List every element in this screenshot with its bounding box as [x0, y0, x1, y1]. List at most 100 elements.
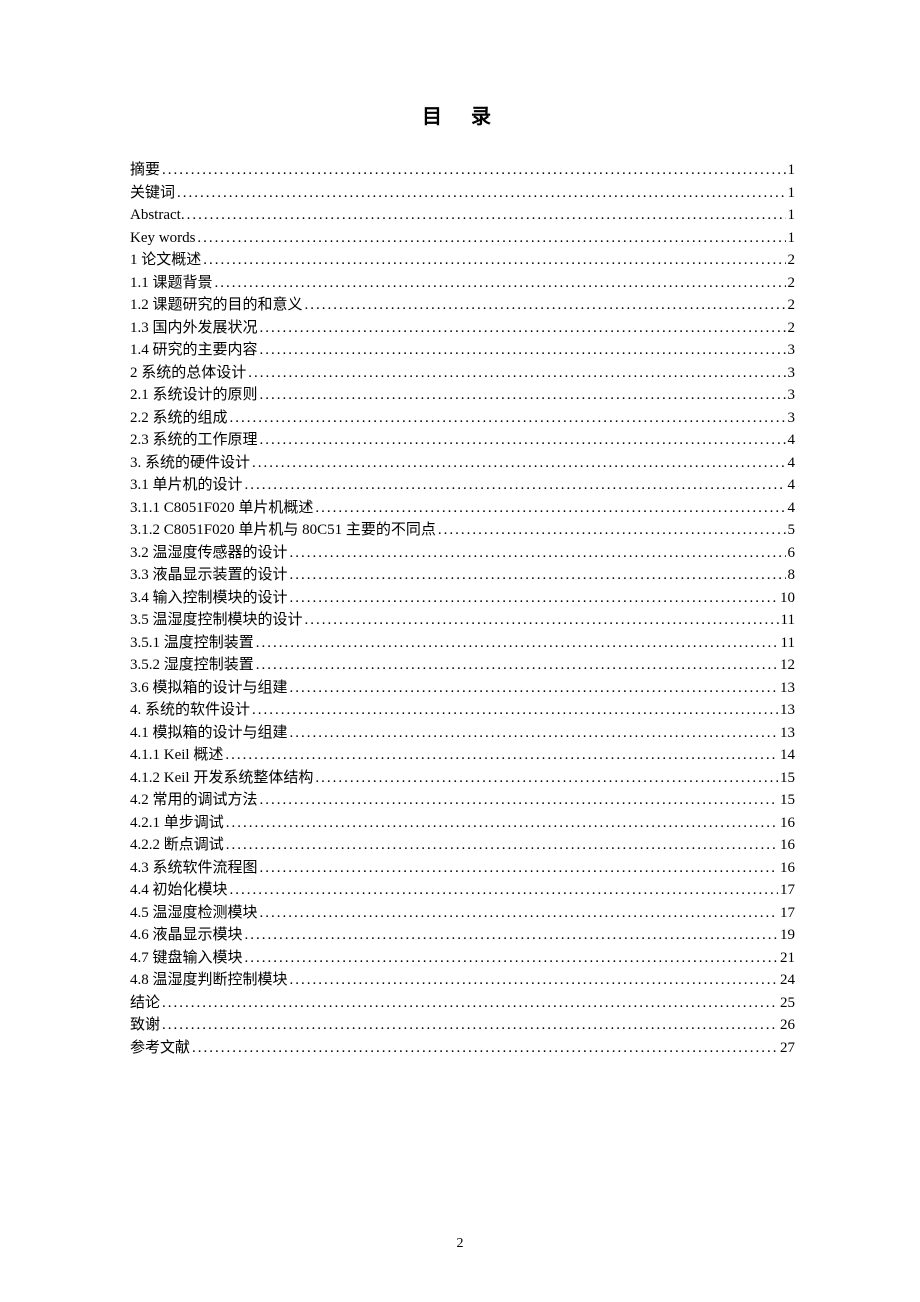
- toc-entry: Abstract.1: [130, 204, 795, 227]
- toc-dots: [260, 857, 778, 880]
- toc-dots: [177, 182, 785, 205]
- toc-entry: 3.5.1 温度控制装置11: [130, 632, 795, 655]
- toc-entry: 参考文献27: [130, 1037, 795, 1060]
- toc-entry-label: 1.3 国内外发展状况: [130, 317, 258, 340]
- toc-entry-page: 1: [788, 204, 796, 227]
- toc-entry: Key words1: [130, 227, 795, 250]
- toc-entry-label: 3. 系统的硬件设计: [130, 452, 250, 475]
- toc-entry-page: 2: [788, 272, 796, 295]
- toc-entry-page: 3: [788, 339, 796, 362]
- toc-entry-page: 24: [780, 969, 795, 992]
- toc-dots: [260, 429, 786, 452]
- toc-entry: 4.2.2 断点调试16: [130, 834, 795, 857]
- toc-dots: [305, 294, 786, 317]
- toc-entry-page: 16: [780, 812, 795, 835]
- toc-entry-page: 6: [788, 542, 796, 565]
- toc-entry-page: 4: [788, 474, 796, 497]
- toc-entry-label: 3.3 液晶显示装置的设计: [130, 564, 288, 587]
- toc-entry-page: 13: [780, 699, 795, 722]
- page-number: 2: [457, 1236, 464, 1252]
- toc-entry: 4.4 初始化模块17: [130, 879, 795, 902]
- toc-entry: 摘要1: [130, 159, 795, 182]
- toc-entry: 3.5.2 湿度控制装置 12: [130, 654, 795, 677]
- toc-entry-label: 2 系统的总体设计: [130, 362, 246, 385]
- toc-entry-page: 2: [788, 317, 796, 340]
- toc-entry-page: 2: [788, 294, 796, 317]
- toc-entry-page: 4: [788, 429, 796, 452]
- toc-entry-page: 1: [788, 227, 796, 250]
- toc-entry: 4.5 温湿度检测模块17: [130, 902, 795, 925]
- toc-dots: [290, 677, 778, 700]
- toc-entry-label: 结论: [130, 992, 160, 1015]
- toc-entry-label: 摘要: [130, 159, 160, 182]
- toc-entry-label: 2.3 系统的工作原理: [130, 429, 258, 452]
- toc-dots: [162, 992, 778, 1015]
- toc-dots: [225, 744, 778, 767]
- toc-entry-page: 3: [788, 384, 796, 407]
- toc-entry: 4.7 键盘输入模块 21: [130, 947, 795, 970]
- toc-entry: 4.1.1 Keil 概述 14: [130, 744, 795, 767]
- toc-entry-label: 4.7 键盘输入模块: [130, 947, 243, 970]
- toc-dots: [252, 452, 785, 475]
- toc-dots: [162, 1014, 778, 1037]
- toc-entry-label: 4.4 初始化模块: [130, 879, 228, 902]
- toc-entry: 3.3 液晶显示装置的设计8: [130, 564, 795, 587]
- toc-list: 摘要1关键词1Abstract.1Key words11 论文概述21.1 课题…: [130, 159, 795, 1059]
- toc-entry-label: 4.2 常用的调试方法: [130, 789, 258, 812]
- toc-entry-label: 4.3 系统软件流程图: [130, 857, 258, 880]
- toc-entry-page: 16: [780, 857, 795, 880]
- toc-entry: 3.5 温湿度控制模块的设计11: [130, 609, 795, 632]
- toc-entry: 3.2 温湿度传感器的设计 6: [130, 542, 795, 565]
- toc-dots: [290, 542, 786, 565]
- toc-dots: [192, 1037, 778, 1060]
- toc-entry-label: 3.1 单片机的设计: [130, 474, 243, 497]
- toc-entry-page: 21: [780, 947, 795, 970]
- toc-entry-page: 14: [780, 744, 795, 767]
- toc-entry-page: 15: [780, 767, 795, 790]
- toc-entry-label: 3.5.2 湿度控制装置: [130, 654, 254, 677]
- toc-entry: 3.1 单片机的设计 4: [130, 474, 795, 497]
- toc-dots: [305, 609, 779, 632]
- toc-title: 目 录: [130, 100, 795, 129]
- toc-entry-label: 4.1.1 Keil 概述: [130, 744, 223, 767]
- toc-dots: [290, 722, 778, 745]
- toc-entry: 4.1 模拟箱的设计与组建 13: [130, 722, 795, 745]
- toc-entry: 4.8 温湿度判断控制模块24: [130, 969, 795, 992]
- toc-dots: [245, 947, 778, 970]
- toc-entry-label: 3.2 温湿度传感器的设计: [130, 542, 288, 565]
- toc-entry-label: 1.2 课题研究的目的和意义: [130, 294, 303, 317]
- toc-entry-page: 3: [788, 362, 796, 385]
- toc-entry-page: 3: [788, 407, 796, 430]
- toc-entry: 3.1.1 C8051F020 单片机概述4: [130, 497, 795, 520]
- toc-entry-label: 4.2.2 断点调试: [130, 834, 224, 857]
- toc-dots: [290, 969, 778, 992]
- toc-entry-page: 11: [781, 609, 795, 632]
- toc-entry-page: 2: [788, 249, 796, 272]
- toc-entry-page: 13: [780, 722, 795, 745]
- toc-entry-page: 25: [780, 992, 795, 1015]
- toc-entry: 1.1 课题背景2: [130, 272, 795, 295]
- toc-entry: 关键词1: [130, 182, 795, 205]
- toc-entry: 4.3 系统软件流程图 16: [130, 857, 795, 880]
- toc-entry: 2.1 系统设计的原则3: [130, 384, 795, 407]
- toc-entry-label: 4.1 模拟箱的设计与组建: [130, 722, 288, 745]
- toc-entry-label: 3.6 模拟箱的设计与组建: [130, 677, 288, 700]
- toc-dots: [248, 362, 785, 385]
- toc-entry-page: 15: [780, 789, 795, 812]
- toc-entry-page: 5: [788, 519, 796, 542]
- toc-entry-page: 27: [780, 1037, 795, 1060]
- toc-entry-label: 关键词: [130, 182, 175, 205]
- toc-dots: [290, 587, 778, 610]
- toc-entry: 2 系统的总体设计 3: [130, 362, 795, 385]
- toc-entry-label: 3.4 输入控制模块的设计: [130, 587, 288, 610]
- toc-entry-page: 12: [780, 654, 795, 677]
- toc-dots: [162, 159, 785, 182]
- toc-dots: [260, 902, 778, 925]
- toc-entry: 4. 系统的软件设计13: [130, 699, 795, 722]
- toc-dots: [245, 924, 778, 947]
- toc-entry-page: 4: [788, 452, 796, 475]
- toc-entry-label: 4.5 温湿度检测模块: [130, 902, 258, 925]
- toc-entry-page: 13: [780, 677, 795, 700]
- toc-dots: [290, 564, 786, 587]
- toc-entry-label: 2.2 系统的组成: [130, 407, 228, 430]
